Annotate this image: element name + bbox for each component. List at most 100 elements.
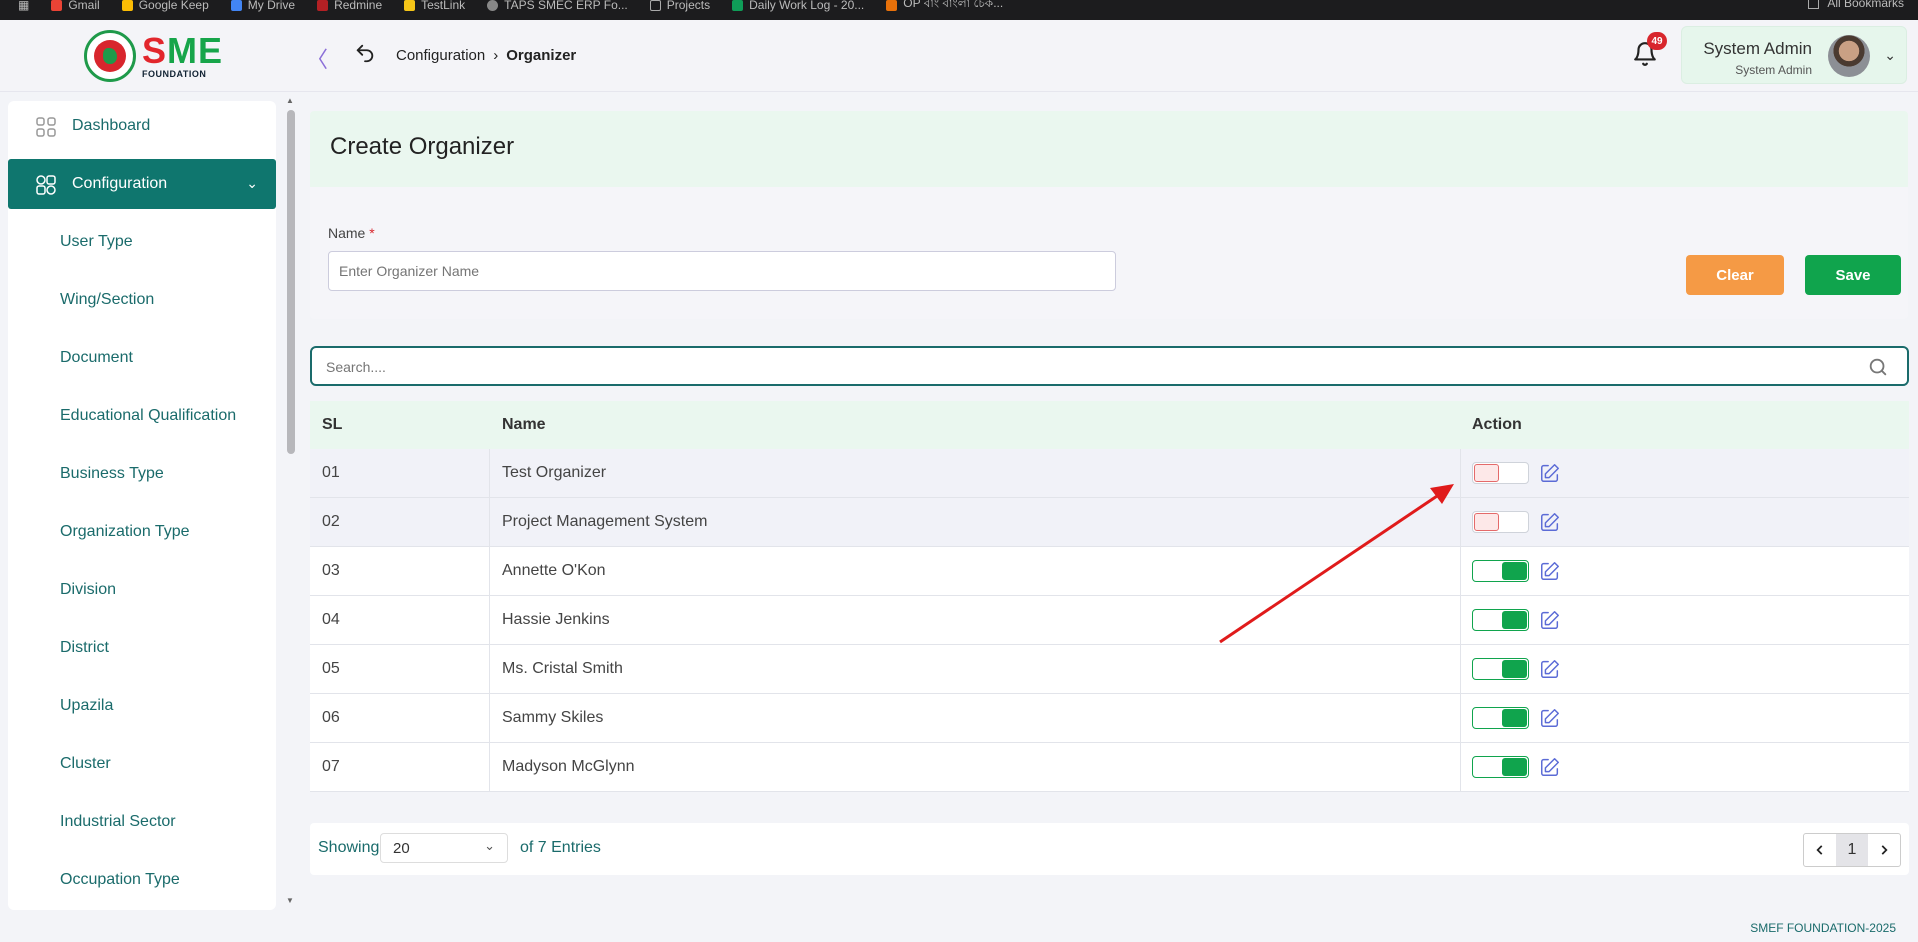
- sidebar-item-organization-type[interactable]: Organization Type: [8, 507, 276, 557]
- cell-action: [1461, 596, 1909, 644]
- sidebar: Dashboard Configuration ⌄ User Type Wing…: [0, 93, 282, 910]
- column-header-action: Action: [1472, 416, 1522, 433]
- bookmark-op[interactable]: OP বাং বাংলা চেক...: [886, 0, 1003, 15]
- sidebar-item-cluster[interactable]: Cluster: [8, 739, 276, 789]
- cell-action: [1461, 694, 1909, 742]
- status-toggle[interactable]: [1472, 560, 1529, 582]
- clear-button[interactable]: Clear: [1686, 255, 1784, 295]
- per-page-select[interactable]: 20 ⌄: [380, 833, 508, 863]
- copyright-text: SMEF FOUNDATION-2025: [1750, 921, 1896, 935]
- sidebar-item-label: User Type: [60, 233, 133, 250]
- status-toggle[interactable]: [1472, 609, 1529, 631]
- back-arrow-icon[interactable]: [354, 42, 376, 64]
- bookmark-projects[interactable]: Projects: [649, 0, 710, 12]
- edit-icon[interactable]: [1539, 609, 1561, 631]
- sidebar-item-industrial-sector[interactable]: Industrial Sector: [8, 797, 276, 847]
- status-toggle[interactable]: [1472, 756, 1529, 778]
- create-organizer-form: Create Organizer Name * Clear Save: [310, 111, 1908, 319]
- chevron-right-icon: [1881, 845, 1888, 855]
- column-header-sl: SL: [322, 416, 343, 433]
- organizer-name-input[interactable]: [328, 251, 1116, 291]
- edit-icon[interactable]: [1539, 462, 1561, 484]
- page-number-button[interactable]: 1: [1836, 834, 1868, 866]
- edit-icon[interactable]: [1539, 560, 1561, 582]
- cell-name: Sammy Skiles: [490, 694, 1461, 742]
- edit-icon[interactable]: [1539, 658, 1561, 680]
- configuration-icon: [36, 175, 56, 195]
- sidebar-item-configuration[interactable]: Configuration ⌄: [8, 159, 276, 209]
- user-menu[interactable]: System Admin System Admin ⌄: [1681, 26, 1907, 84]
- sidebar-item-division[interactable]: Division: [8, 565, 276, 615]
- search-icon[interactable]: [1867, 356, 1889, 378]
- save-button[interactable]: Save: [1805, 255, 1901, 295]
- sheets-icon: [732, 0, 744, 11]
- logo-wordmark: SME: [142, 30, 224, 71]
- chevron-down-icon[interactable]: ⌄: [1884, 47, 1896, 64]
- table-body: 01 Test Organizer 02 Project Management Sys…: [310, 449, 1909, 792]
- previous-page-button[interactable]: [1804, 834, 1836, 866]
- sidebar-item-upazila[interactable]: Upazila: [8, 681, 276, 731]
- cell-action: [1461, 743, 1909, 791]
- sidebar-item-document[interactable]: Document: [8, 333, 276, 383]
- cell-action: [1461, 645, 1909, 693]
- scroll-down-icon[interactable]: ▼: [286, 896, 294, 905]
- bookmark-testlink[interactable]: TestLink: [404, 0, 465, 12]
- sidebar-item-label: Organization Type: [60, 523, 190, 540]
- sidebar-item-label: Industrial Sector: [60, 813, 176, 830]
- next-page-button[interactable]: [1868, 834, 1900, 866]
- status-toggle[interactable]: [1472, 462, 1529, 484]
- status-toggle[interactable]: [1472, 658, 1529, 680]
- bookmark-keep[interactable]: Google Keep: [121, 0, 209, 12]
- table-row: 04 Hassie Jenkins: [310, 596, 1909, 645]
- notification-count-badge: 49: [1647, 32, 1667, 50]
- bookmark-redmine[interactable]: Redmine: [317, 0, 382, 12]
- sidebar-item-label: Cluster: [60, 755, 111, 772]
- scroll-up-icon[interactable]: ▲: [286, 96, 294, 105]
- table-row: 07 Madyson McGlynn: [310, 743, 1909, 792]
- breadcrumb-current: Organizer: [506, 47, 577, 64]
- cell-sl: 07: [310, 743, 490, 791]
- status-toggle[interactable]: [1472, 707, 1529, 729]
- chevron-down-icon: ⌄: [246, 175, 258, 191]
- drive-icon: [230, 0, 242, 11]
- sidebar-item-wing-section[interactable]: Wing/Section: [8, 275, 276, 325]
- bookmark-gmail[interactable]: Gmail: [51, 0, 100, 12]
- sidebar-item-district[interactable]: District: [8, 623, 276, 673]
- breadcrumb: Configuration › Organizer: [396, 47, 576, 64]
- cell-sl: 06: [310, 694, 490, 742]
- cell-name: Ms. Cristal Smith: [490, 645, 1461, 693]
- cell-sl: 02: [310, 498, 490, 546]
- edit-icon[interactable]: [1539, 707, 1561, 729]
- sidebar-item-dashboard[interactable]: Dashboard: [8, 101, 276, 151]
- sidebar-item-label: Occupation Type: [60, 871, 180, 888]
- edit-icon[interactable]: [1539, 756, 1561, 778]
- folder-icon: [649, 0, 661, 11]
- edit-icon[interactable]: [1539, 511, 1561, 533]
- bookmarks-bar: ▦ Gmail Google Keep My Drive Redmine Tes…: [0, 0, 1918, 20]
- sidebar-scrollbar-thumb[interactable]: [287, 110, 295, 454]
- bookmark-taps[interactable]: TAPS SMEC ERP Fo...: [487, 0, 628, 12]
- apps-icon[interactable]: ▦: [18, 0, 29, 12]
- sidebar-item-occupation-type[interactable]: Occupation Type: [8, 855, 276, 905]
- table-row: 01 Test Organizer: [310, 449, 1909, 498]
- sidebar-item-label: Wing/Section: [60, 291, 155, 308]
- all-bookmarks[interactable]: All Bookmarks: [1808, 0, 1904, 10]
- op-icon: [886, 0, 898, 11]
- sidebar-item-business-type[interactable]: Business Type: [8, 449, 276, 499]
- sidebar-item-label: Configuration: [72, 175, 168, 192]
- bookmark-drive[interactable]: My Drive: [230, 0, 295, 12]
- table-row: 02 Project Management System: [310, 498, 1909, 547]
- sme-logo[interactable]: SME FOUNDATION: [84, 30, 223, 82]
- cell-action: [1461, 547, 1909, 595]
- sidebar-item-educational-qualification[interactable]: Educational Qualification: [8, 391, 276, 441]
- breadcrumb-separator-icon: ›: [493, 47, 499, 64]
- main-content: Create Organizer Name * Clear Save SL Na…: [300, 93, 1918, 910]
- status-toggle[interactable]: [1472, 511, 1529, 533]
- sidebar-collapse-icon[interactable]: 〈: [306, 42, 328, 74]
- sidebar-item-user-type[interactable]: User Type: [8, 217, 276, 267]
- cell-name: Madyson McGlynn: [490, 743, 1461, 791]
- bookmark-worklog[interactable]: Daily Work Log - 20...: [732, 0, 864, 12]
- breadcrumb-configuration[interactable]: Configuration: [396, 47, 485, 64]
- search-input[interactable]: [326, 356, 1826, 378]
- cell-sl: 03: [310, 547, 490, 595]
